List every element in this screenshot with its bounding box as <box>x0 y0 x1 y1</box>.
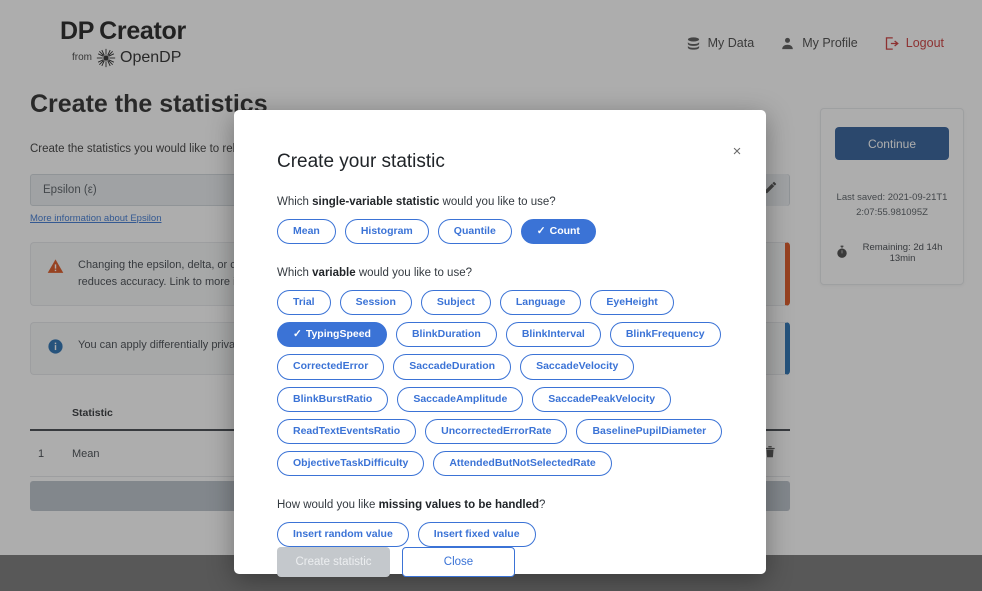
pill-variable-eyeheight[interactable]: EyeHeight <box>590 290 674 316</box>
check-icon: ✓ <box>536 225 546 237</box>
pill-statistic-histogram[interactable]: Histogram <box>344 219 429 245</box>
pill-variable-readtexteventsratio[interactable]: ReadTextEventsRatio <box>277 418 417 444</box>
statistic-question: Which single-variable statistic would yo… <box>277 196 723 208</box>
create-statistic-button[interactable]: Create statistic <box>277 547 390 577</box>
pill-variable-saccadeamplitude[interactable]: SaccadeAmplitude <box>397 386 524 412</box>
pill-variable-readtexteventsratio-label: ReadTextEventsRatio <box>293 424 401 437</box>
missing-question-post: ? <box>539 498 546 511</box>
modal-footer: Create statistic Close <box>277 547 723 577</box>
pill-variable-correctederror-label: CorrectedError <box>293 360 369 373</box>
pill-statistic-mean[interactable]: Mean <box>277 219 336 245</box>
variable-question: Which variable would you like to use? <box>277 267 723 279</box>
pill-variable-uncorrectederrorrate-label: UncorrectedErrorRate <box>441 424 552 437</box>
pill-variable-blinkinterval[interactable]: BlinkInterval <box>505 322 601 348</box>
check-icon: ✓ <box>293 328 302 341</box>
pill-variable-correctederror[interactable]: CorrectedError <box>277 354 385 380</box>
pill-variable-typingspeed[interactable]: ✓ TypingSpeed <box>277 322 387 348</box>
variable-question-bold: variable <box>312 267 356 280</box>
pill-variable-saccadeamplitude-label: SaccadeAmplitude <box>413 392 508 405</box>
pill-variable-objectivetaskdifficulty-label: ObjectiveTaskDifficulty <box>293 456 409 469</box>
pill-statistic-count[interactable]: ✓ Count <box>520 219 596 245</box>
pill-missing-insert-fixed-value-label: Insert fixed value <box>433 527 520 540</box>
pill-variable-saccadevelocity-label: SaccadeVelocity <box>536 360 619 373</box>
pill-statistic-count-label: Count <box>549 225 580 237</box>
pill-variable-trial[interactable]: Trial <box>277 290 331 316</box>
pill-variable-typingspeed-label: TypingSpeed <box>305 328 371 341</box>
pill-variable-session-label: Session <box>355 296 396 309</box>
pill-statistic-quantile-label: Quantile <box>453 225 496 237</box>
pill-variable-language-label: Language <box>515 296 566 309</box>
pill-variable-attendedbutnotselectedrate-label: AttendedButNotSelectedRate <box>449 456 596 469</box>
missing-values-question: How would you like missing values to be … <box>277 499 723 511</box>
statistic-pill-group: Mean Histogram Quantile ✓ Count <box>277 219 723 245</box>
missing-question-bold: missing values to be handled <box>378 498 540 511</box>
pill-missing-insert-fixed-value[interactable]: Insert fixed value <box>417 521 536 547</box>
pill-variable-blinkfrequency[interactable]: BlinkFrequency <box>609 322 721 348</box>
pill-variable-baselinepupildiameter-label: BaselinePupilDiameter <box>592 424 707 437</box>
pill-variable-blinkfrequency-label: BlinkFrequency <box>625 328 705 341</box>
pill-missing-insert-random-value[interactable]: Insert random value <box>277 521 409 547</box>
pill-variable-baselinepupildiameter[interactable]: BaselinePupilDiameter <box>576 418 723 444</box>
pill-variable-saccadepeakvelocity[interactable]: SaccadePeakVelocity <box>532 386 672 412</box>
pill-variable-objectivetaskdifficulty[interactable]: ObjectiveTaskDifficulty <box>277 450 425 476</box>
pill-variable-subject[interactable]: Subject <box>420 290 491 316</box>
missing-values-pill-group: Insert random value Insert fixed value <box>277 521 723 547</box>
pill-variable-session[interactable]: Session <box>339 290 412 316</box>
pill-variable-saccadeduration[interactable]: SaccadeDuration <box>393 354 512 380</box>
pill-variable-blinkduration-label: BlinkDuration <box>411 328 481 341</box>
variable-pill-group: Trial Session Subject Language EyeHeight… <box>277 290 723 476</box>
pill-statistic-histogram-label: Histogram <box>360 225 413 237</box>
statistic-question-bold: single-variable statistic <box>312 196 440 208</box>
pill-statistic-quantile[interactable]: Quantile <box>437 219 512 245</box>
statistic-question-post: would you like to use? <box>439 196 556 208</box>
statistic-question-pre: Which <box>277 196 313 208</box>
pill-variable-subject-label: Subject <box>436 296 475 309</box>
pill-variable-language[interactable]: Language <box>499 290 582 316</box>
pill-statistic-mean-label: Mean <box>293 225 320 237</box>
pill-variable-blinkinterval-label: BlinkInterval <box>521 328 585 341</box>
close-button[interactable]: Close <box>402 547 515 577</box>
pill-variable-eyeheight-label: EyeHeight <box>606 296 658 309</box>
close-icon[interactable]: × <box>726 140 748 162</box>
missing-question-pre: How would you like <box>277 498 379 511</box>
pill-variable-blinkburstratio[interactable]: BlinkBurstRatio <box>277 386 389 412</box>
pill-variable-blinkduration[interactable]: BlinkDuration <box>395 322 497 348</box>
create-statistic-modal: × Create your statistic Which single-var… <box>234 110 766 577</box>
pill-missing-insert-random-value-label: Insert random value <box>293 527 393 540</box>
pill-variable-saccadeduration-label: SaccadeDuration <box>409 360 496 373</box>
modal-title: Create your statistic <box>277 151 445 172</box>
pill-variable-trial-label: Trial <box>293 296 315 309</box>
pill-variable-saccadepeakvelocity-label: SaccadePeakVelocity <box>548 392 656 405</box>
pill-variable-uncorrectederrorrate[interactable]: UncorrectedErrorRate <box>425 418 568 444</box>
pill-variable-blinkburstratio-label: BlinkBurstRatio <box>293 392 373 405</box>
pill-variable-saccadevelocity[interactable]: SaccadeVelocity <box>520 354 635 380</box>
variable-question-post: would you like to use? <box>355 267 472 280</box>
pill-variable-attendedbutnotselectedrate[interactable]: AttendedButNotSelectedRate <box>433 450 612 476</box>
variable-question-pre: Which <box>277 267 313 280</box>
